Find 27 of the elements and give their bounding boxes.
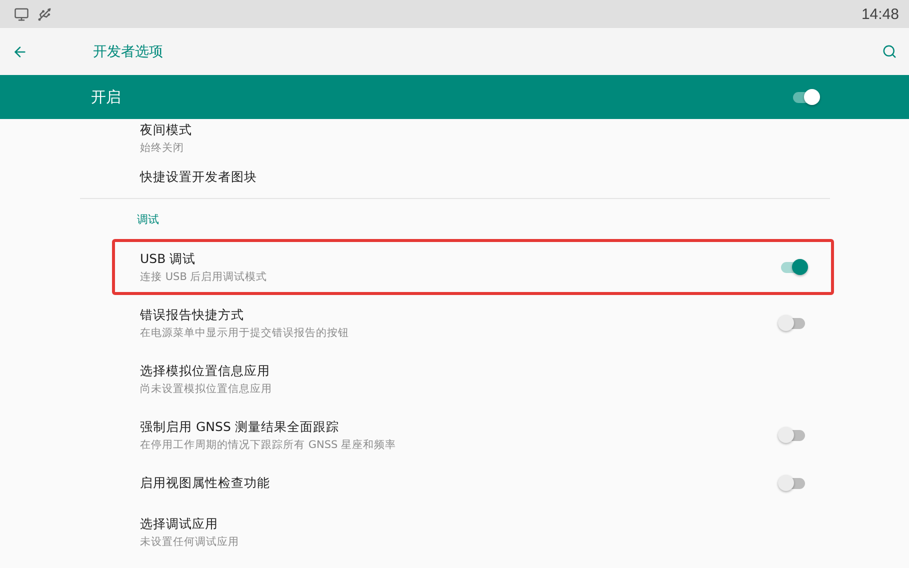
category-header: 调试 (137, 212, 159, 226)
back-button[interactable] (12, 44, 28, 60)
search-button[interactable] (882, 44, 897, 59)
setting-summary: 在电源菜单中显示用于提交错误报告的按钮 (140, 326, 350, 340)
setting-summary: 在停用工作周期的情况下跟踪所有 GNSS 星座和频率 (140, 438, 397, 452)
setting-title[interactable]: 夜间模式 (140, 122, 805, 138)
toggle-switch[interactable] (781, 262, 805, 272)
setting-title[interactable]: 快捷设置开发者图块 (140, 169, 805, 186)
toggle-switch[interactable] (781, 478, 805, 489)
clock-time: 14:48 (861, 6, 899, 22)
setting-summary: 未设置任何调试应用 (140, 534, 240, 548)
master-switch-label: 开启 (91, 88, 121, 106)
setting-summary: 连接 USB 后启用调试模式 (140, 270, 268, 284)
setting-title[interactable]: 错误报告快捷方式 (140, 306, 781, 324)
usb-icon (37, 6, 52, 22)
toggle-switch[interactable] (793, 92, 817, 102)
monitor-icon (14, 6, 29, 22)
setting-summary: 始终关闭 (140, 140, 185, 154)
setting-title[interactable]: 强制启用 GNSS 测量结果全面跟踪 (140, 418, 781, 436)
toggle-switch[interactable] (781, 318, 805, 328)
setting-title[interactable]: 选择模拟位置信息应用 (140, 362, 805, 380)
page-title: 开发者选项 (93, 42, 163, 60)
setting-title[interactable]: 启用视图属性检查功能 (140, 475, 781, 492)
setting-summary: 尚未设置模拟位置信息应用 (140, 382, 273, 396)
setting-title[interactable]: USB 调试 (140, 250, 781, 268)
setting-title[interactable]: 选择调试应用 (140, 516, 805, 532)
toggle-switch[interactable] (781, 430, 805, 440)
